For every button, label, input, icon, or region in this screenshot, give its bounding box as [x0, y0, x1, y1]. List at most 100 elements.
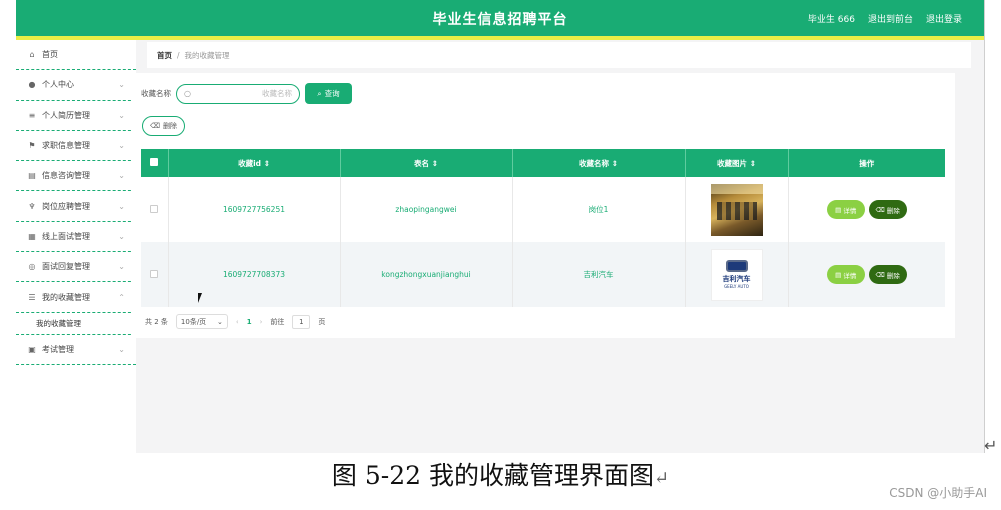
flag-icon: ⚑ [28, 141, 36, 151]
page-unit: 页 [318, 317, 326, 326]
chevron-down-icon: ⌄ [118, 262, 125, 272]
detail-button[interactable]: ▤ 详情 [826, 200, 865, 219]
sidebar-item-interview-reply[interactable]: ◎ 面试回复管理 ⌄ [16, 252, 136, 283]
detail-icon: ▤ [835, 270, 844, 279]
select-all-checkbox[interactable] [150, 158, 159, 166]
sidebar-item-label: 信息咨询管理 [42, 171, 90, 181]
mouse-cursor-icon [198, 293, 202, 303]
sidebar-item-label: 求职信息管理 [42, 141, 90, 151]
document-icon: ▤ [28, 171, 36, 181]
logo-text-en: GEELY AUTO [724, 284, 749, 289]
cell-id: 1609727756251 [168, 177, 341, 242]
sidebar-subitem-favorites[interactable]: 我的收藏管理 [16, 313, 136, 335]
chevron-down-icon: ⌄ [118, 344, 125, 354]
search-placeholder: 收藏名称 [262, 89, 292, 98]
table-header-row: 收藏id ⇕ 表名 ⇕ 收藏名称 ⇕ 收藏图片 ⇕ 操作 [141, 149, 945, 177]
globe-icon: ◎ [28, 262, 36, 272]
detail-button-label: 详情 [843, 271, 857, 280]
batch-delete-button[interactable]: ⌫ 删除 [142, 116, 185, 136]
sidebar-item-label: 我的收藏管理 [42, 292, 90, 302]
sidebar-item-exams[interactable]: ▣ 考试管理 ⌄ [16, 335, 136, 365]
caption-return-mark: ↵ [653, 468, 670, 489]
search-icon: ⌕ [317, 88, 322, 98]
chevron-down-icon: ⌄ [118, 231, 125, 241]
favorites-table: 收藏id ⇕ 表名 ⇕ 收藏名称 ⇕ 收藏图片 ⇕ 操作 16097277562… [141, 149, 945, 307]
detail-icon: ▤ [835, 205, 844, 214]
search-row: 收藏名称 ○ 收藏名称 ⌕ 查询 [141, 83, 352, 104]
page-border [984, 0, 985, 453]
detail-button-label: 详情 [843, 206, 857, 215]
sidebar-item-label: 考试管理 [42, 344, 74, 354]
column-header-name[interactable]: 收藏名称 ⇕ [512, 149, 686, 177]
search-button[interactable]: ⌕ 查询 [305, 83, 352, 104]
search-label: 收藏名称 [141, 89, 171, 98]
trash-icon: ⌫ [875, 205, 887, 214]
cell-actions: ▤ 详情 ⌫ 删除 [788, 177, 945, 242]
search-input[interactable]: ○ 收藏名称 [176, 83, 300, 104]
search-icon: ○ [184, 89, 191, 98]
batch-delete-label: 删除 [162, 122, 177, 130]
delete-button[interactable]: ⌫ 删除 [868, 265, 907, 284]
delete-button[interactable]: ⌫ 删除 [868, 200, 907, 219]
row-select-cell[interactable] [141, 177, 169, 242]
office-room-photo [710, 183, 763, 236]
figure-caption: 图 5-22 我的收藏管理界面图↵ [0, 456, 1001, 492]
clipboard-icon: ▣ [28, 344, 36, 354]
breadcrumb-separator: / [177, 50, 180, 60]
top-bar: 毕业生信息招聘平台 毕业生 666 退出到前台 退出登录 [16, 0, 984, 36]
row-select-cell[interactable] [141, 242, 169, 307]
watermark: CSDN @小助手AI [889, 486, 987, 500]
sidebar-item-favorites[interactable]: ☰ 我的收藏管理 ⌃ [16, 282, 136, 313]
breadcrumb-home[interactable]: 首页 [157, 50, 172, 61]
current-user: 毕业生 666 [807, 15, 855, 25]
user-icon: ● [28, 80, 36, 90]
cell-table-name: zhaopingangwei [340, 177, 513, 242]
sidebar-item-personal-center[interactable]: ● 个人中心 ⌄ [16, 70, 136, 101]
column-header-image[interactable]: 收藏图片 ⇕ [685, 149, 789, 177]
accent-bar [16, 36, 984, 40]
chevron-down-icon: ⌄ [217, 317, 223, 326]
sidebar-item-resume[interactable]: ≡ 个人简历管理 ⌄ [16, 101, 136, 131]
top-bar-actions: 毕业生 666 退出到前台 退出登录 [808, 12, 962, 25]
sidebar-item-applications[interactable]: ♆ 岗位应聘管理 ⌄ [16, 191, 136, 222]
detail-button[interactable]: ▤ 详情 [826, 265, 865, 284]
logout-link[interactable]: 退出登录 [926, 12, 962, 25]
geely-emblem [725, 260, 748, 272]
table-row: 1609727756251 zhaopingangwei 岗位1 ▤ 详情 ⌫ … [141, 177, 945, 242]
next-page-icon[interactable]: › [260, 318, 263, 326]
prev-page-icon[interactable]: ‹ [236, 318, 239, 326]
chevron-up-icon: ⌃ [118, 292, 125, 302]
cell-image [685, 177, 789, 242]
column-header-id[interactable]: 收藏id ⇕ [168, 149, 341, 177]
goto-label: 前往 [270, 317, 285, 326]
chevron-down-icon: ⌄ [118, 171, 125, 181]
row-checkbox[interactable] [150, 204, 159, 213]
goto-page-input[interactable]: 1 [292, 314, 311, 329]
sidebar-item-job-seeking[interactable]: ⚑ 求职信息管理 ⌄ [16, 131, 136, 162]
page-size-select[interactable]: 10条/页 ⌄ [175, 314, 228, 329]
page-size-value: 10条/页 [180, 317, 207, 326]
sidebar-item-label: 线上面试管理 [42, 231, 90, 241]
pagination: 共 2 条 10条/页 ⌄ ‹ 1 › 前往 1 页 [145, 314, 325, 329]
sidebar-item-consulting[interactable]: ▤ 信息咨询管理 ⌄ [16, 161, 136, 192]
sidebar-item-home[interactable]: ⌂ 首页 [16, 40, 136, 71]
return-mark: ↵ [984, 436, 998, 455]
back-to-front-link[interactable]: 退出到前台 [868, 12, 913, 25]
select-all-cell[interactable] [141, 149, 169, 177]
cell-table-name: kongzhongxuanjianghui [340, 242, 513, 307]
sidebar-item-label: 岗位应聘管理 [42, 201, 90, 211]
trash-icon: ⌫ [150, 122, 160, 130]
sidebar-item-online-interview[interactable]: ▦ 线上面试管理 ⌄ [16, 222, 136, 253]
column-header-table-name[interactable]: 表名 ⇕ [340, 149, 513, 177]
cell-name: 吉利汽车 [512, 242, 686, 307]
current-page[interactable]: 1 [247, 318, 252, 326]
breadcrumb-current: 我的收藏管理 [184, 50, 230, 60]
sidebar-item-label: 首页 [42, 50, 58, 60]
pagination-total: 共 2 条 [145, 317, 168, 326]
trash-icon: ⌫ [875, 270, 887, 279]
chevron-down-icon: ⌄ [118, 80, 125, 90]
row-checkbox[interactable] [150, 269, 159, 278]
list-icon: ≡ [28, 110, 36, 120]
table-row: 1609727708373 kongzhongxuanjianghui 吉利汽车… [141, 242, 945, 307]
breadcrumb: 首页 / 我的收藏管理 [147, 42, 971, 68]
